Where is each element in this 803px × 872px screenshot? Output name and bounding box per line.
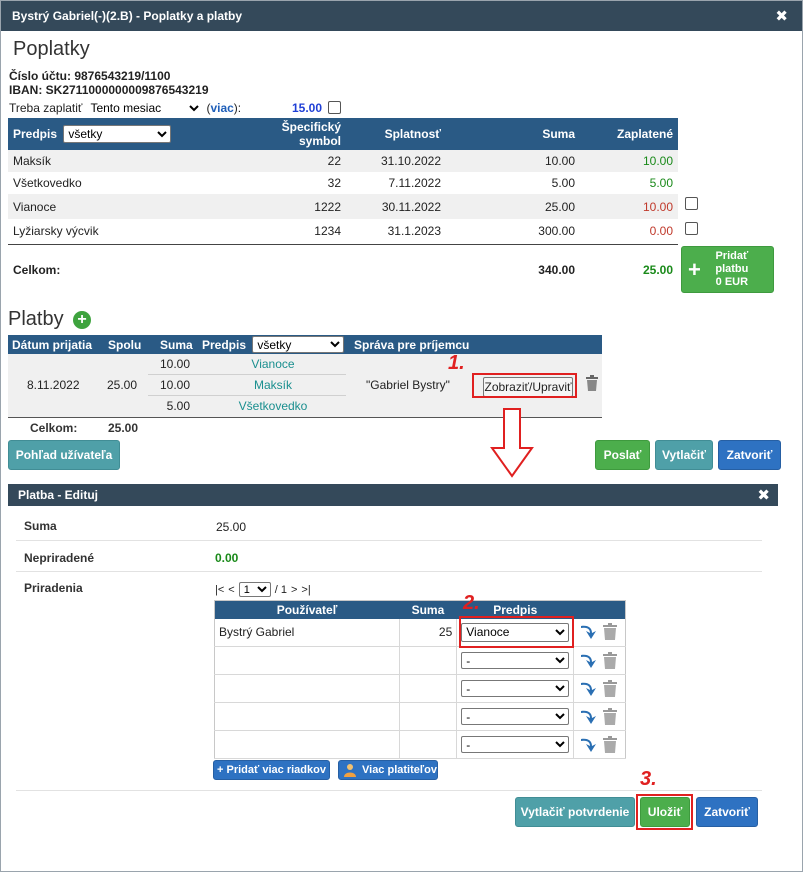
predpis-select[interactable]: - [461,652,570,669]
print-button[interactable]: Vytlačiť [655,440,713,470]
fee-checkbox-vianoce[interactable] [685,197,698,210]
payments-header-predpis: Predpis všetky [198,335,350,354]
print-confirmation-button[interactable]: Vytlačiť potvrdenie [515,797,635,827]
annotation-step-2: 2. [463,592,480,614]
add-rows-button[interactable]: + Pridať viac riadkov [213,760,330,780]
account-number: Číslo účtu: 9876543219/1100 [9,69,171,83]
edit-close-button[interactable]: Zatvoriť [696,797,758,827]
payments-total-label: Celkom: [30,421,78,435]
payments-header-date: Dátum prijatia [12,337,93,352]
annotation-box-2 [459,616,574,648]
iban: IBAN: SK2711000000009876543219 [9,83,209,97]
trash-icon[interactable] [602,623,618,641]
fee-row: Vianoce 1222 30.11.2022 25.00 10.00 [8,194,678,219]
due-amount: 15.00 [292,101,323,115]
more-link[interactable]: viac [210,101,233,115]
row-actions [573,702,626,731]
fee-row: Všetkovedko 32 7.11.2022 5.00 5.00 [13,176,673,190]
period-select[interactable]: Tento mesiac [86,100,203,116]
add-payment-icon[interactable]: + [73,311,91,329]
pager: |< < 1 / 1 > >| [215,582,311,597]
predpis-select[interactable]: - [461,708,570,725]
unassigned-value: 0.00 [215,551,239,565]
row-actions [573,730,626,759]
user-view-button[interactable]: Pohľad užívateľa [8,440,120,470]
trash-icon[interactable] [602,707,618,726]
trash-icon[interactable] [602,651,618,670]
window-title: Bystrý Gabriel(-)(2.B) - Poplatky a plat… [12,9,243,23]
predpis-select[interactable]: - [461,736,570,753]
fee-row: Maksík 22 31.10.2022 10.00 10.00 [8,150,678,172]
trash-icon[interactable] [585,375,599,392]
fees-header-due: Splatnosť [384,127,441,141]
add-payment-button[interactable]: + Pridať platbu 0 EUR [681,246,774,293]
trash-icon[interactable] [602,679,618,698]
assignment-row: - [214,702,626,731]
send-button[interactable]: Poslať [595,440,650,470]
row-actions [573,674,626,703]
annotation-step-3: 3. [640,768,657,790]
payments-filter-select[interactable]: všetky [252,336,345,353]
edit-title: Platba - Edituj [18,488,99,502]
predpis-select[interactable]: - [461,680,570,697]
fees-header-paid: Zaplatené [616,127,673,141]
fees-header-symbol: Špecifický symbol [281,120,341,148]
close-icon[interactable]: ✖ [775,7,788,25]
split-link[interactable]: Všetkovedko [208,399,338,413]
fees-table: Predpis všetky Špecifický symbol Splatnos… [8,118,678,296]
fee-row: Lyžiarsky výcvik 1234 31.1.2023 300.00 0… [8,219,678,244]
pager-last[interactable]: >| [301,584,310,596]
edit-titlebar: Platba - Edituj ✖ [8,484,778,506]
payments-table-header: Dátum prijatia Spolu Suma Predpis všetky… [8,335,602,354]
window-titlebar: Bystrý Gabriel(-)(2.B) - Poplatky a plat… [1,1,802,31]
assign-header-sum: Suma [411,602,445,617]
sum-value: 25.00 [216,520,247,534]
assign-arrow-icon[interactable] [578,652,598,670]
page-select[interactable]: 1 [238,582,271,597]
assignment-row: - [214,674,626,703]
unassigned-label: Nepriradené [24,551,95,565]
fees-total-row: Celkom: 340.00 25.00 [13,263,673,278]
assign-arrow-icon[interactable] [578,736,598,754]
assignments-label: Priradenia [24,581,83,595]
fee-checkbox-lyziarsky[interactable] [685,222,698,235]
assign-arrow-icon[interactable] [578,708,598,726]
fees-header-sum: Suma [542,127,575,141]
close-icon[interactable]: ✖ [757,486,770,504]
payments-heading: Platby [8,308,64,330]
split-link[interactable]: Vianoce [208,357,338,371]
assignment-row: - [214,730,626,759]
assign-arrow-icon[interactable] [578,623,598,641]
row-actions [573,646,626,675]
fees-filter-select[interactable]: všetky [63,125,172,143]
assign-header-user: Používateľ [276,602,338,617]
payments-header-sum: Suma [160,337,193,352]
fees-header-predpis: Predpis všetky [8,118,178,150]
pager-prev[interactable]: < [228,584,234,596]
pager-next[interactable]: > [291,584,297,596]
user-icon [344,764,356,777]
down-arrow-icon [490,408,534,478]
payments-total-value: 25.00 [108,421,139,435]
due-checkbox[interactable] [328,101,341,114]
more-payers-button[interactable]: Viac platiteľov [338,760,438,780]
close-button[interactable]: Zatvoriť [718,440,781,470]
assign-arrow-icon[interactable] [578,680,598,698]
sum-label: Suma [24,519,57,533]
payments-header-message: Správa pre príjemcu [354,337,470,352]
pager-of: / 1 [274,583,287,596]
trash-icon[interactable] [602,735,618,754]
due-label: Treba zaplatiť [9,101,83,115]
pager-first[interactable]: |< [215,584,224,596]
assignment-row: - [214,646,626,675]
annotation-box-1 [472,373,577,398]
annotation-box-3 [636,794,693,830]
split-link[interactable]: Maksík [208,378,338,392]
row-actions [573,618,626,647]
payments-header-total: Spolu [108,337,142,352]
fees-heading: Poplatky [13,38,90,60]
due-row: Treba zaplatiť Tento mesiac (viac): [9,100,241,116]
annotation-step-1: 1. [448,352,465,374]
